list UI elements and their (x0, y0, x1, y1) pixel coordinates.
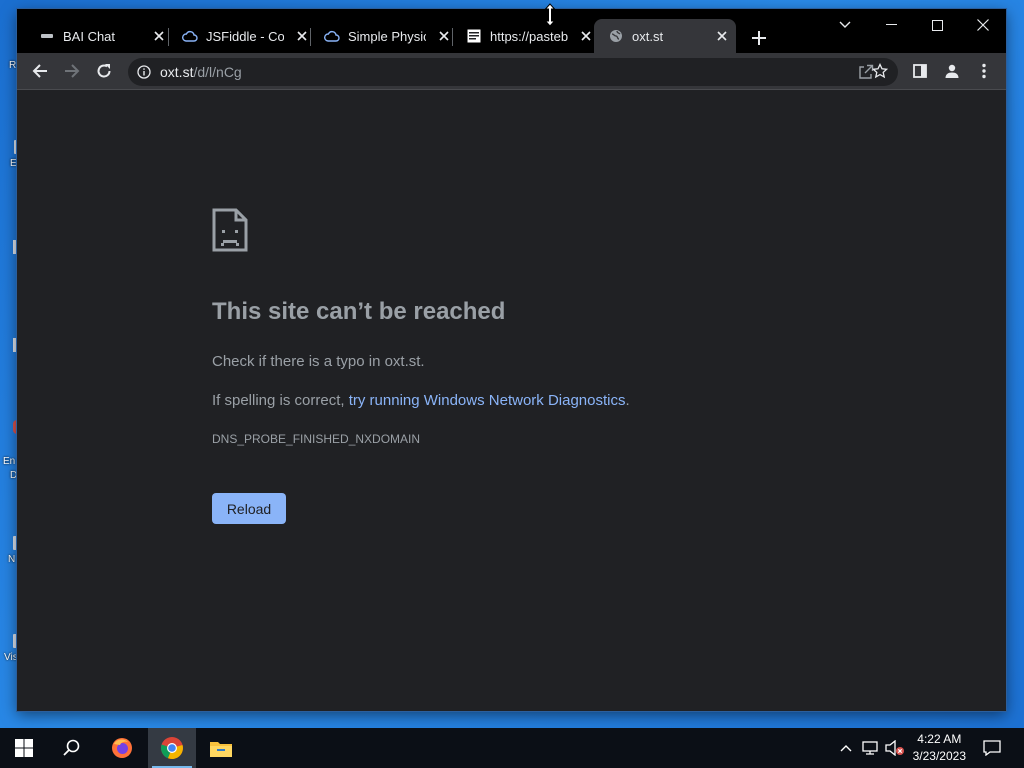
jsfiddle-cloud-icon (324, 28, 340, 44)
minimize-button[interactable] (868, 9, 914, 41)
reload-page-button[interactable]: Reload (212, 493, 286, 524)
jsfiddle-cloud-icon (182, 28, 198, 44)
notification-icon (983, 740, 1001, 756)
side-panel-icon (913, 64, 927, 78)
person-icon (945, 64, 959, 78)
new-tab-button[interactable] (747, 26, 771, 50)
volume-muted-icon (885, 740, 904, 756)
desktop-icon-vis[interactable]: Vis (0, 634, 18, 668)
pastebin-icon (466, 28, 482, 44)
tab-pastebin[interactable]: https://pastebin (444, 19, 594, 53)
search-icon (63, 739, 80, 756)
close-icon[interactable] (714, 28, 730, 44)
error-hint-suffix: . (625, 392, 630, 409)
desktop-icon-label: En (3, 456, 16, 467)
address-bar[interactable]: oxt.st/d/l/nCg (128, 58, 898, 86)
tab-search-button[interactable] (822, 9, 868, 41)
tab-title: JSFiddle - Code Playground (206, 28, 284, 44)
toolbar: oxt.st/d/l/nCg (17, 53, 1006, 90)
maximize-button[interactable] (914, 9, 960, 41)
close-window-button[interactable] (960, 9, 1006, 41)
desktop-icon-label: E (10, 158, 17, 169)
close-icon[interactable] (578, 28, 594, 44)
taskbar-file-explorer[interactable] (198, 728, 244, 768)
close-icon (977, 19, 989, 31)
chevron-down-icon (839, 21, 851, 28)
chrome-icon (161, 737, 183, 760)
notification-center-button[interactable] (980, 728, 1004, 768)
tab-bai-chat[interactable]: BAI Chat (17, 19, 167, 53)
back-button[interactable] (28, 59, 52, 83)
desktop-icon-label: Vis (4, 652, 18, 663)
maximize-icon (931, 19, 943, 31)
taskbar: 4:22 AM 3/23/2023 (0, 728, 1024, 768)
chevron-up-icon (840, 745, 852, 752)
plus-icon (752, 31, 766, 45)
desktop-icon-recycle[interactable]: R (0, 56, 16, 80)
system-clock[interactable]: 4:22 AM 3/23/2023 (913, 731, 966, 765)
forward-button[interactable] (60, 59, 84, 83)
chrome-window: BAI Chat JSFiddle - Code Playground Simp… (17, 9, 1006, 711)
profile-button[interactable] (940, 59, 964, 83)
url-host: oxt.st (160, 64, 194, 80)
menu-button[interactable] (972, 59, 996, 83)
taskbar-firefox[interactable] (98, 728, 146, 768)
tab-oxt-st[interactable]: oxt.st (594, 19, 736, 53)
error-title: This site can’t be reached (212, 298, 506, 325)
tab-strip: BAI Chat JSFiddle - Code Playground Simp… (17, 9, 1006, 53)
taskbar-chrome[interactable] (148, 728, 196, 768)
kebab-menu-icon (982, 63, 986, 79)
side-panel-button[interactable] (908, 59, 932, 83)
url-text: oxt.st/d/l/nCg (160, 64, 242, 80)
clock-time: 4:22 AM (917, 732, 962, 746)
arrow-right-icon (65, 64, 80, 78)
tray-network[interactable] (860, 728, 882, 768)
desktop-icon-n[interactable]: N (0, 536, 17, 570)
sad-page-icon (212, 208, 248, 257)
firefox-icon (112, 738, 132, 758)
bookmark-star-button[interactable] (868, 59, 892, 83)
error-hint-prefix: If spelling is correct, (212, 392, 349, 409)
tray-chevron[interactable] (836, 728, 856, 768)
reload-button[interactable] (92, 59, 116, 83)
file-explorer-icon (210, 742, 232, 757)
error-hint-diagnostics: If spelling is correct, try running Wind… (212, 392, 630, 409)
url-path: /d/l/nCg (193, 64, 242, 80)
reload-icon (97, 64, 111, 78)
clock-date: 3/23/2023 (912, 749, 966, 763)
tab-title: https://pastebin (490, 28, 568, 44)
tab-title: BAI Chat (63, 28, 116, 44)
search-button[interactable] (48, 728, 96, 768)
tab-jsfiddle[interactable]: JSFiddle - Code Playground (160, 19, 310, 53)
start-icon (15, 739, 33, 757)
minimize-icon (885, 24, 897, 25)
start-button[interactable] (0, 728, 48, 768)
star-icon (872, 63, 888, 79)
network-icon (862, 741, 878, 755)
info-icon[interactable] (136, 64, 152, 80)
desktop-icon-label: N (8, 554, 16, 565)
tray-volume[interactable] (884, 728, 906, 768)
globe-icon (608, 28, 624, 44)
desktop-icon-e[interactable]: E (0, 140, 17, 174)
network-diagnostics-link[interactable]: try running Windows Network Diagnostics (349, 392, 626, 409)
page-content: This site can’t be reached Check if ther… (17, 90, 1006, 711)
tab-title: oxt.st (632, 28, 664, 44)
arrow-left-icon (32, 64, 47, 78)
resize-cursor-icon (544, 3, 556, 32)
tab-title: Simple Physics (348, 28, 426, 44)
tab-simple-physics[interactable]: Simple Physics (302, 19, 452, 53)
desktop-icon-label: R (9, 60, 17, 71)
bai-favicon (39, 28, 55, 44)
error-code: DNS_PROBE_FINISHED_NXDOMAIN (212, 432, 421, 446)
error-hint-typo: Check if there is a typo in oxt.st. (212, 353, 425, 370)
desktop-icon-en[interactable]: En D (0, 420, 17, 484)
